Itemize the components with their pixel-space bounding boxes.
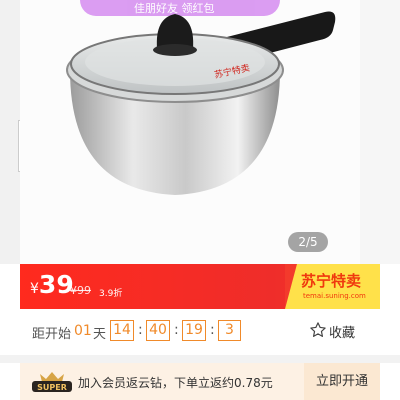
product-image-slide[interactable]: 佳朋好友 领红包 苏宁特卖 2/5 — [20, 0, 360, 264]
favorite-button[interactable]: 收藏 — [329, 322, 355, 341]
countdown-hours: 14 — [110, 320, 134, 341]
image-carousel[interactable]: 钢 佳朋好友 领红包 — [0, 0, 400, 264]
countdown-days: 01 — [74, 323, 92, 339]
original-price: ¥99 — [70, 284, 91, 297]
price-banner: ¥39 ¥99 3.9折 苏宁特卖 temai.suning.com — [20, 264, 380, 309]
countdown-row: 距开始 01 天 14 : 40 : 19 : 3 收藏 — [20, 309, 380, 355]
brand-divider — [285, 264, 297, 309]
current-price: ¥39 — [30, 270, 74, 299]
product-page: 钢 佳朋好友 领红包 — [0, 0, 400, 400]
super-badge-text: SUPER — [37, 383, 67, 392]
discount-label: 3.9折 — [99, 289, 123, 299]
price-value: 39 — [38, 270, 74, 299]
next-slide-peek[interactable] — [360, 0, 400, 264]
activate-button[interactable]: 立即开通 — [304, 363, 380, 400]
colon-separator: : — [138, 322, 143, 338]
super-member-banner[interactable]: SUPER 加入会员返云钻，下单立返约0.78元 立即开通 — [20, 363, 380, 400]
super-promo-text: 加入会员返云钻，下单立返约0.78元 — [78, 376, 273, 390]
saucepan-image: 苏宁特卖 — [66, 11, 336, 195]
countdown-seconds: 19 — [182, 320, 206, 341]
countdown-day-unit: 天 — [93, 327, 107, 342]
brand-domain: temai.suning.com — [303, 292, 366, 300]
countdown-tenths: 3 — [218, 320, 241, 341]
currency-symbol: ¥ — [30, 281, 39, 297]
countdown-minutes: 40 — [146, 320, 170, 341]
colon-separator: : — [174, 322, 179, 338]
slide-indicator: 2/5 — [288, 232, 328, 252]
section-divider — [0, 355, 400, 363]
brand-logo: 苏宁特卖 temai.suning.com — [285, 264, 380, 309]
brand-name: 苏宁特卖 — [301, 272, 362, 290]
star-icon[interactable] — [309, 321, 327, 339]
colon-separator: : — [210, 322, 215, 338]
countdown-label: 距开始 — [32, 327, 72, 342]
super-badge-icon: SUPER — [32, 372, 72, 392]
